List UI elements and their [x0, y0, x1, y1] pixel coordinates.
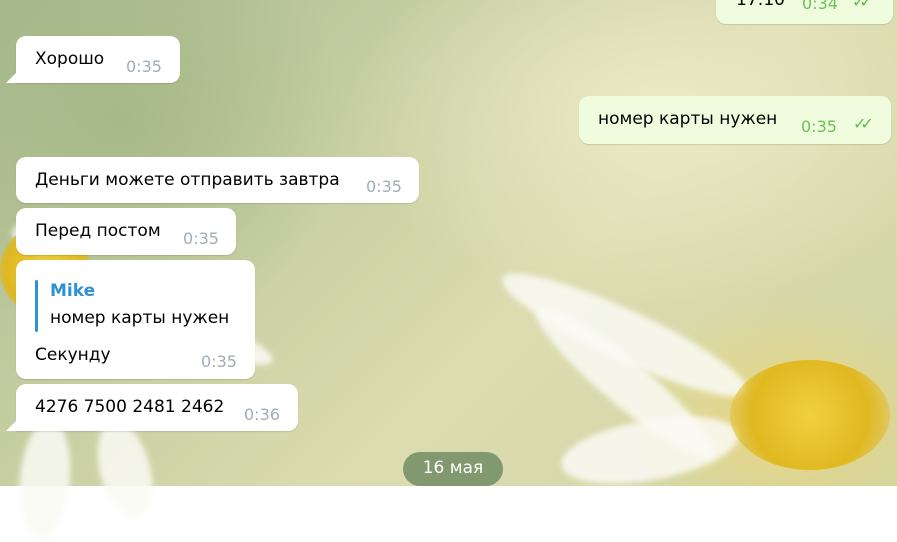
double-check-icon: ✓✓: [853, 114, 874, 133]
message-text: Перед постом: [35, 221, 161, 241]
message-outgoing[interactable]: 17:10 0:34 ✓✓: [716, 0, 893, 24]
reply-quote-bar: [35, 280, 38, 332]
message-incoming[interactable]: Перед постом 0:35: [16, 208, 236, 255]
message-time: 0:36: [244, 405, 280, 424]
date-separator: 16 мая: [403, 452, 503, 486]
message-incoming[interactable]: Хорошо 0:35: [16, 36, 180, 83]
wallpaper-flower-center: [730, 360, 890, 470]
message-time: 0:35: [183, 229, 219, 248]
message-text: 17:10: [736, 0, 785, 10]
message-incoming-reply[interactable]: Mike номер карты нужен Секунду 0:35: [16, 260, 255, 379]
message-text: Секунду: [35, 345, 111, 365]
message-time: 0:35: [366, 177, 402, 196]
message-time: 0:35: [801, 117, 837, 136]
message-time: 0:35: [126, 57, 162, 76]
message-time: 0:35: [201, 352, 237, 371]
reply-quoted-text[interactable]: номер карты нужен: [50, 308, 229, 328]
message-incoming[interactable]: Деньги можете отправить завтра 0:35: [16, 157, 419, 203]
message-time: 0:34: [802, 0, 838, 13]
message-text: 4276 7500 2481 2462: [35, 397, 225, 417]
message-text: номер карты нужен: [598, 109, 778, 129]
message-outgoing[interactable]: номер карты нужен 0:35 ✓✓: [579, 96, 891, 144]
message-text: Деньги можете отправить завтра: [35, 170, 340, 190]
reply-author[interactable]: Mike: [50, 281, 95, 301]
bubble-tail: [6, 421, 16, 431]
bubble-tail: [6, 73, 16, 83]
message-text: Хорошо: [35, 49, 105, 69]
message-incoming[interactable]: 4276 7500 2481 2462 0:36: [16, 384, 298, 431]
double-check-icon: ✓✓: [852, 0, 873, 11]
